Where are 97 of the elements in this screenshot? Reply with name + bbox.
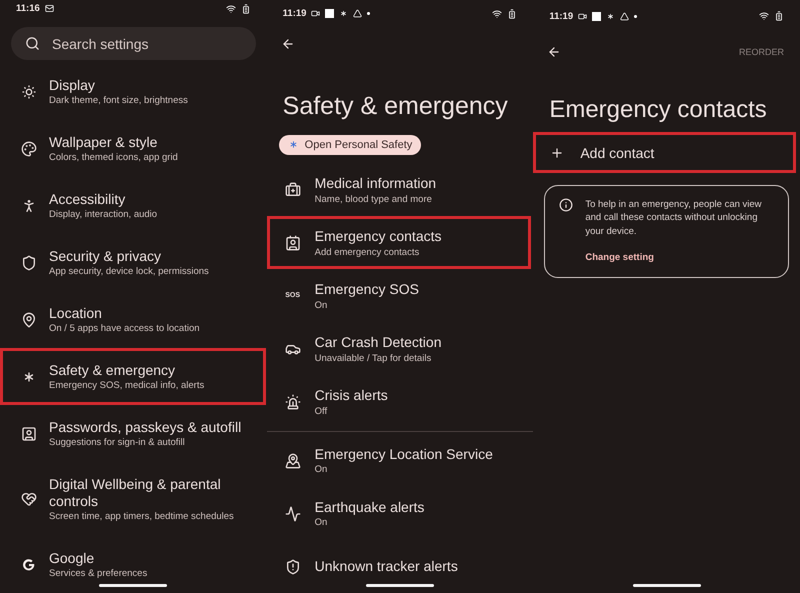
- item-subtitle: Services & preferences: [49, 568, 148, 580]
- info-icon: [559, 198, 574, 212]
- battery-icon: [507, 8, 518, 19]
- settings-item[interactable]: Passwords, passkeys & autofill Suggestions for sign-in & autofill: [0, 405, 266, 462]
- item-subtitle: Suggestions for sign-in & autofill: [49, 437, 186, 448]
- settings-item[interactable]: Unknown tracker alerts: [266, 540, 532, 593]
- item-subtitle: On: [314, 300, 328, 311]
- gesture-bar: [632, 584, 701, 587]
- siren-icon: [284, 394, 301, 410]
- settings-item[interactable]: Crisis alerts Off: [266, 375, 532, 428]
- item-title: Accessibility: [49, 190, 126, 208]
- settings-item[interactable]: Location On / 5 apps have access to location: [0, 291, 266, 348]
- settings-item[interactable]: Security & privacy App security, device lock, permissions: [0, 234, 266, 291]
- settings-item[interactable]: Medical information Name, blood type and more: [266, 163, 532, 216]
- settings-item[interactable]: Emergency contacts Add emergency contacts: [266, 216, 532, 270]
- search-icon: [25, 36, 40, 51]
- triangle-icon: [353, 9, 362, 18]
- settings-item[interactable]: Emergency Location Service On: [266, 434, 532, 487]
- item-title: Earthquake alerts: [314, 498, 424, 516]
- item-title: Passwords, passkeys & autofill: [49, 418, 242, 436]
- status-time: 11:16: [16, 3, 40, 14]
- item-subtitle: Add emergency contacts: [314, 246, 420, 258]
- item-subtitle: Display, interaction, audio: [49, 209, 158, 220]
- brightness-icon: [21, 84, 37, 100]
- item-title: Safety & emergency: [49, 362, 176, 378]
- gesture-bar: [366, 584, 434, 587]
- square-icon: [325, 9, 334, 18]
- item-subtitle: Dark theme, font size, brightness: [49, 95, 188, 106]
- settings-item[interactable]: Digital Wellbeing & parental controls Screen time, app timers, bedtime schedules: [0, 462, 266, 536]
- settings-item[interactable]: Display Dark theme, font size, brightness: [0, 63, 266, 120]
- add-contact-button[interactable]: Add contact: [533, 132, 796, 173]
- asterisk-icon: [606, 12, 616, 20]
- item-title: Emergency contacts: [314, 228, 442, 245]
- item-title: Medical information: [314, 174, 436, 192]
- asterisk-icon: [339, 9, 348, 18]
- pulse-icon: [284, 506, 301, 522]
- video-icon: [578, 12, 588, 20]
- item-title: Google: [49, 550, 96, 566]
- gesture-bar: [99, 584, 168, 587]
- medical-kit-icon: [284, 182, 301, 198]
- change-setting-link[interactable]: Change setting: [585, 252, 774, 263]
- item-subtitle: Colors, themed icons, app grid: [49, 152, 178, 164]
- settings-item[interactable]: Safety & emergency Emergency SOS, medical info, alerts: [0, 348, 266, 405]
- settings-item[interactable]: Accessibility Display, interaction, audio: [0, 177, 266, 234]
- item-subtitle: Off: [314, 406, 328, 417]
- personal-safety-chip[interactable]: Open Personal Safety: [278, 134, 422, 156]
- page-title: Safety & emergency: [282, 92, 509, 121]
- shield-alert-icon: [284, 558, 301, 574]
- item-title: Digital Wellbeing & parental controls: [49, 476, 222, 510]
- square-icon: [592, 12, 602, 20]
- asterisk-icon: [288, 139, 299, 150]
- item-subtitle: On: [314, 464, 328, 476]
- item-subtitle: Unavailable / Tap for details: [314, 352, 432, 364]
- page-title: Emergency contacts: [549, 96, 768, 124]
- item-title: Emergency SOS: [314, 280, 419, 298]
- settings-item[interactable]: Google Services & preferences: [0, 536, 266, 593]
- wifi-icon: [226, 4, 236, 14]
- battery-icon: [774, 11, 784, 21]
- wifi-icon: [758, 11, 769, 21]
- dot-icon: [367, 12, 370, 16]
- mail-icon: [44, 4, 54, 13]
- heart-hands-icon: [21, 491, 37, 507]
- wifi-icon: [492, 8, 502, 19]
- dot-icon: [634, 14, 638, 18]
- item-title: Emergency Location Service: [314, 446, 493, 462]
- settings-item[interactable]: Earthquake alerts On: [266, 487, 532, 540]
- battery-icon: [240, 4, 251, 14]
- contact-card-icon: [284, 234, 301, 251]
- item-subtitle: On: [314, 517, 328, 528]
- palette-icon: [21, 140, 37, 156]
- status-time: 11:19: [282, 8, 306, 20]
- settings-item[interactable]: Wallpaper & style Colors, themed icons, app grid: [0, 120, 266, 177]
- item-title: Display: [49, 76, 96, 94]
- item-subtitle: Emergency SOS, medical info, alerts: [49, 380, 204, 392]
- item-title: Wallpaper & style: [49, 134, 158, 150]
- item-subtitle: Screen time, app timers, bedtime schedules: [49, 511, 235, 522]
- letter-g-icon: [22, 558, 36, 572]
- plus-icon: [550, 146, 564, 160]
- item-title: Location: [49, 304, 103, 322]
- item-title: Unknown tracker alerts: [314, 558, 458, 575]
- item-subtitle: On / 5 apps have access to location: [49, 323, 200, 334]
- item-title: Crisis alerts: [314, 386, 388, 404]
- video-icon: [311, 9, 320, 18]
- item-title: Security & privacy: [49, 248, 162, 264]
- location-pin-icon: [21, 312, 37, 328]
- location-pin-icon: [284, 452, 301, 468]
- item-subtitle: Name, blood type and more: [314, 194, 433, 205]
- status-time: 11:19: [549, 10, 574, 22]
- id-card-icon: [21, 426, 37, 442]
- item-title: Car Crash Detection: [314, 334, 442, 351]
- shield-icon: [21, 254, 37, 270]
- reorder-button[interactable]: REORDER: [738, 47, 784, 57]
- info-text: To help in an emergency, people can view and call these contacts without unlocking your device.: [585, 198, 763, 238]
- item-subtitle: App security, device lock, permissions: [49, 266, 209, 278]
- search-field[interactable]: Search settings: [11, 27, 256, 60]
- triangle-icon: [620, 12, 630, 20]
- settings-item[interactable]: Car Crash Detection Unavailable / Tap for details: [266, 322, 532, 376]
